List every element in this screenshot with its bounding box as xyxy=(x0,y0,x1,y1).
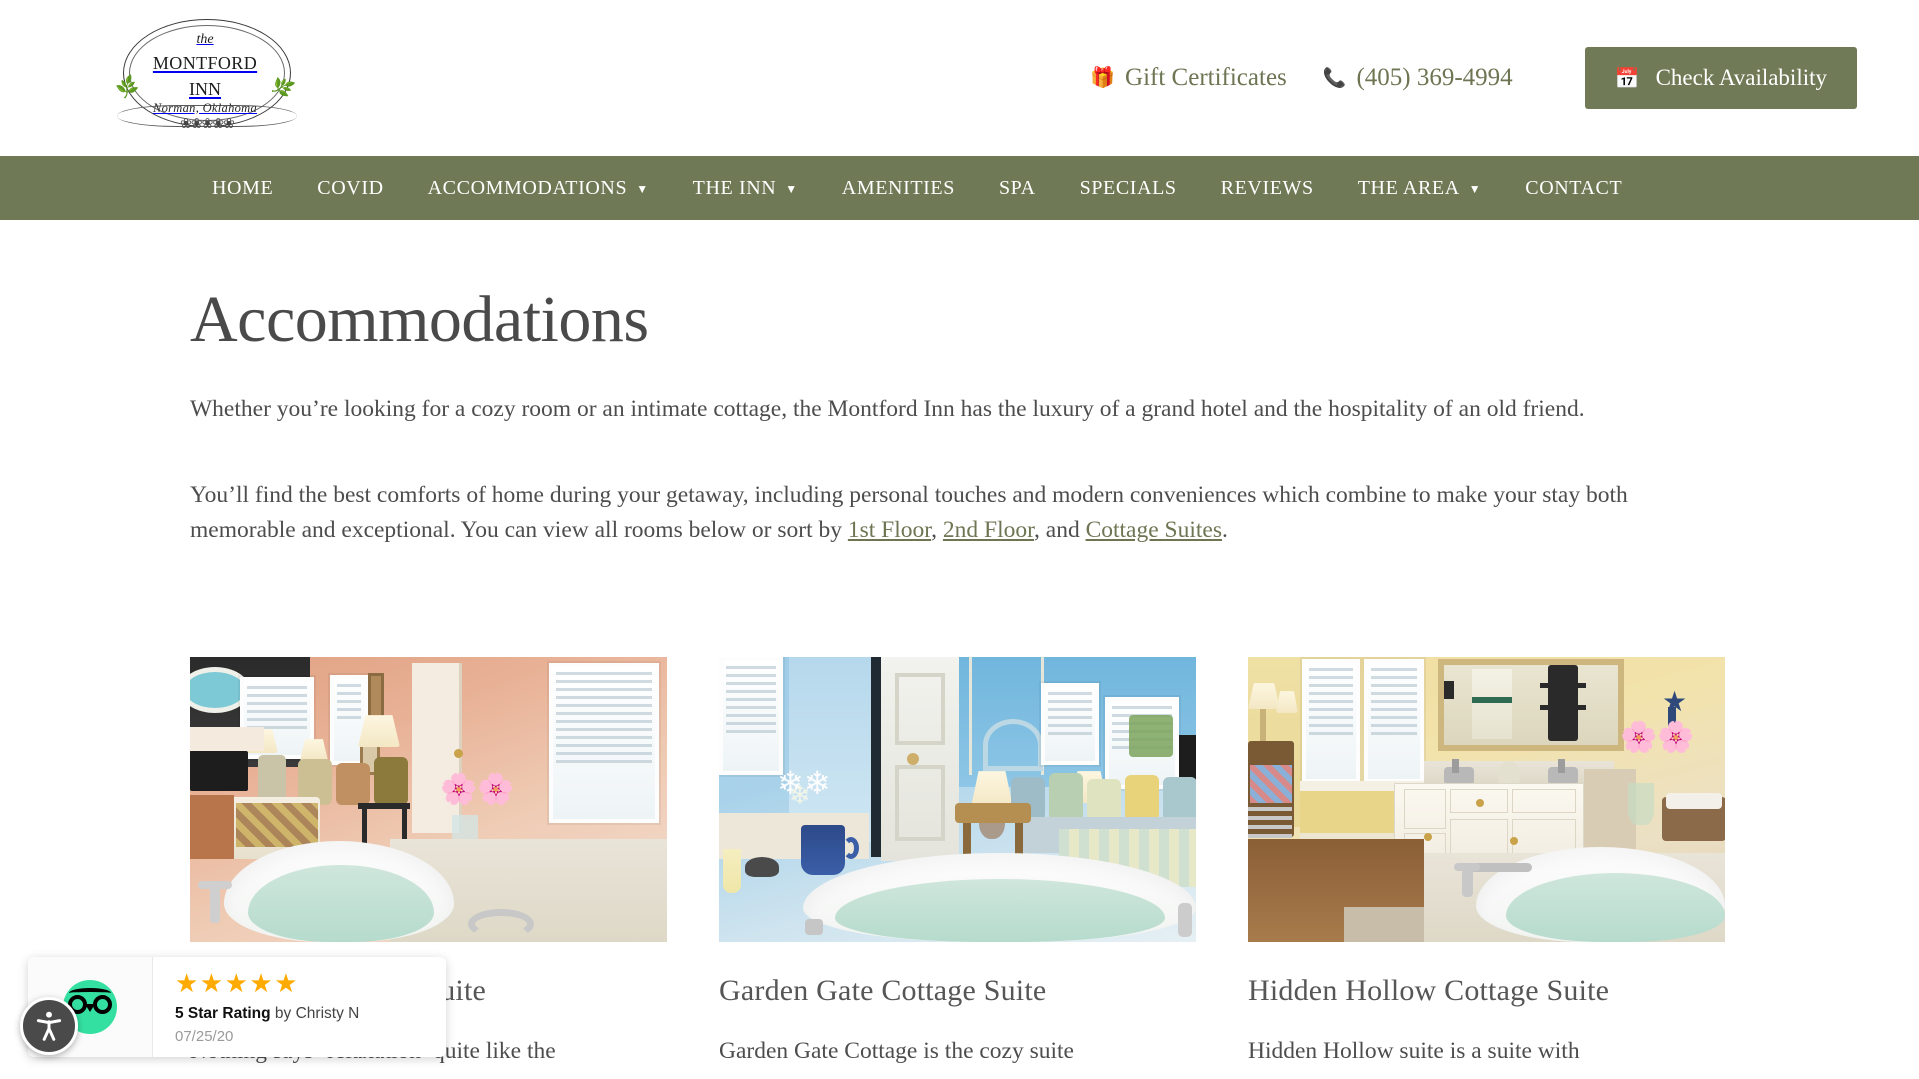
star-rating-icons: ★★★★★ xyxy=(175,967,300,998)
chevron-down-icon: ▼ xyxy=(1468,181,1482,196)
nav-label: REVIEWS xyxy=(1220,176,1314,199)
gift-certificates-link[interactable]: 🎁 Gift Certificates xyxy=(1090,64,1287,92)
room-card[interactable]: ★ 🌸🌸 Hidden Hollow Cottage Suite Hidden … xyxy=(1248,657,1725,1070)
check-availability-label: Check Availability xyxy=(1655,65,1827,90)
nav-item-amenities[interactable]: AMENITIES xyxy=(820,177,977,200)
site-logo[interactable]: 🌿 🌿 ❀❀❀❀❀ the Montford Inn Norman, Oklah… xyxy=(114,13,297,143)
nav-item-the-area[interactable]: THE AREA ▼ xyxy=(1336,177,1504,200)
tripadvisor-review-content: ★★★★★ 5 Star Rating by Christy N 07/25/2… xyxy=(153,970,359,1045)
room-card-description: Hidden Hollow suite is a suite with xyxy=(1248,1038,1580,1065)
logo-text-block: the Montford Inn Norman, Oklahoma xyxy=(152,31,258,116)
calendar-icon: 📅 xyxy=(1614,67,1640,90)
phone-number-label: (405) 369-4994 xyxy=(1356,64,1513,91)
nav-item-specials[interactable]: SPECIALS xyxy=(1058,177,1199,200)
review-author: by Christy N xyxy=(270,1004,360,1022)
link-cottage-suites[interactable]: Cottage Suites xyxy=(1086,517,1222,543)
phone-link[interactable]: 📞 (405) 369-4994 xyxy=(1323,64,1513,92)
check-availability-button[interactable]: 📅 Check Availability xyxy=(1584,47,1857,109)
logo-montford: Montford xyxy=(152,47,258,75)
gift-certificates-label: Gift Certificates xyxy=(1125,64,1287,91)
link-2nd-floor[interactable]: 2nd Floor xyxy=(943,517,1034,543)
separator: , xyxy=(931,517,943,544)
nav-label: AMENITIES xyxy=(841,176,955,199)
nav-label: COVID xyxy=(317,176,384,199)
nav-item-contact[interactable]: CONTACT xyxy=(1503,177,1644,200)
phone-icon: 📞 xyxy=(1322,67,1347,89)
nav-label: ACCOMMODATIONS xyxy=(427,176,628,199)
nav-label: HOME xyxy=(212,176,274,199)
chevron-down-icon: ▼ xyxy=(785,181,798,196)
nav-item-reviews[interactable]: REVIEWS xyxy=(1199,177,1336,200)
nav-label: SPECIALS xyxy=(1079,176,1177,199)
logo-inn: Inn xyxy=(189,73,221,101)
site-header: 🌿 🌿 ❀❀❀❀❀ the Montford Inn Norman, Oklah… xyxy=(0,0,1919,156)
logo-floral-ornament: ❀❀❀❀❀ xyxy=(180,117,235,132)
main-content: Accommodations Whether you’re looking fo… xyxy=(0,282,1919,1070)
room-image-hideaway[interactable]: 🌸🌸 xyxy=(190,657,667,943)
nav-label: SPA xyxy=(998,176,1036,199)
chevron-down-icon: ▼ xyxy=(636,181,649,196)
nav-item-home[interactable]: HOME xyxy=(190,177,295,200)
owl-beak xyxy=(85,1004,95,1012)
tripadvisor-review-widget[interactable]: ★★★★★ 5 Star Rating by Christy N 07/25/2… xyxy=(28,957,446,1057)
nav-item-accommodations[interactable]: ACCOMMODATIONS ▼ xyxy=(406,177,671,200)
nav-label: CONTACT xyxy=(1525,176,1623,199)
page-title: Accommodations xyxy=(190,283,649,356)
nav-label: THE AREA xyxy=(1357,176,1460,199)
main-navigation: HOME COVID ACCOMMODATIONS ▼ THE INN ▼ AM… xyxy=(0,156,1919,220)
review-rating-value: 5 Star Rating xyxy=(175,1004,271,1022)
logo-the: the xyxy=(196,31,214,47)
review-rating-line: 5 Star Rating by Christy N xyxy=(175,1005,359,1023)
nav-label: THE INN xyxy=(692,176,777,199)
nav-item-the-inn[interactable]: THE INN ▼ xyxy=(671,177,820,200)
intro-paragraph-1: Whether you’re looking for a cozy room o… xyxy=(190,396,1585,422)
room-image-garden-gate[interactable]: ❄❄ ❄ xyxy=(719,657,1196,943)
intro-paragraph-2: You’ll find the best comforts of home du… xyxy=(190,478,1729,549)
nav-item-covid[interactable]: COVID xyxy=(295,177,405,200)
link-1st-floor[interactable]: 1st Floor xyxy=(848,517,931,543)
header-actions: 🎁 Gift Certificates 📞 (405) 369-4994 📅 C… xyxy=(1090,47,1919,109)
room-card-title: Hidden Hollow Cottage Suite xyxy=(1248,974,1610,1008)
review-date: 07/25/20 xyxy=(175,1027,234,1045)
room-card[interactable]: ❄❄ ❄ Garden Gate Cottage Suite Garden Ga… xyxy=(719,657,1196,1070)
accessibility-icon xyxy=(36,1011,62,1041)
nav-item-spa[interactable]: SPA xyxy=(977,177,1058,200)
gift-icon: 🎁 xyxy=(1090,67,1116,89)
separator: . xyxy=(1222,517,1228,544)
logo-location: Norman, Oklahoma xyxy=(152,100,258,115)
accessibility-button[interactable] xyxy=(20,997,78,1055)
room-image-hidden-hollow[interactable]: ★ 🌸🌸 xyxy=(1248,657,1725,943)
room-card-title: Garden Gate Cottage Suite xyxy=(719,974,1047,1008)
owl-eye-right xyxy=(93,995,112,1014)
separator: , and xyxy=(1034,517,1086,544)
room-card-description: Garden Gate Cottage is the cozy suite xyxy=(719,1038,1074,1065)
